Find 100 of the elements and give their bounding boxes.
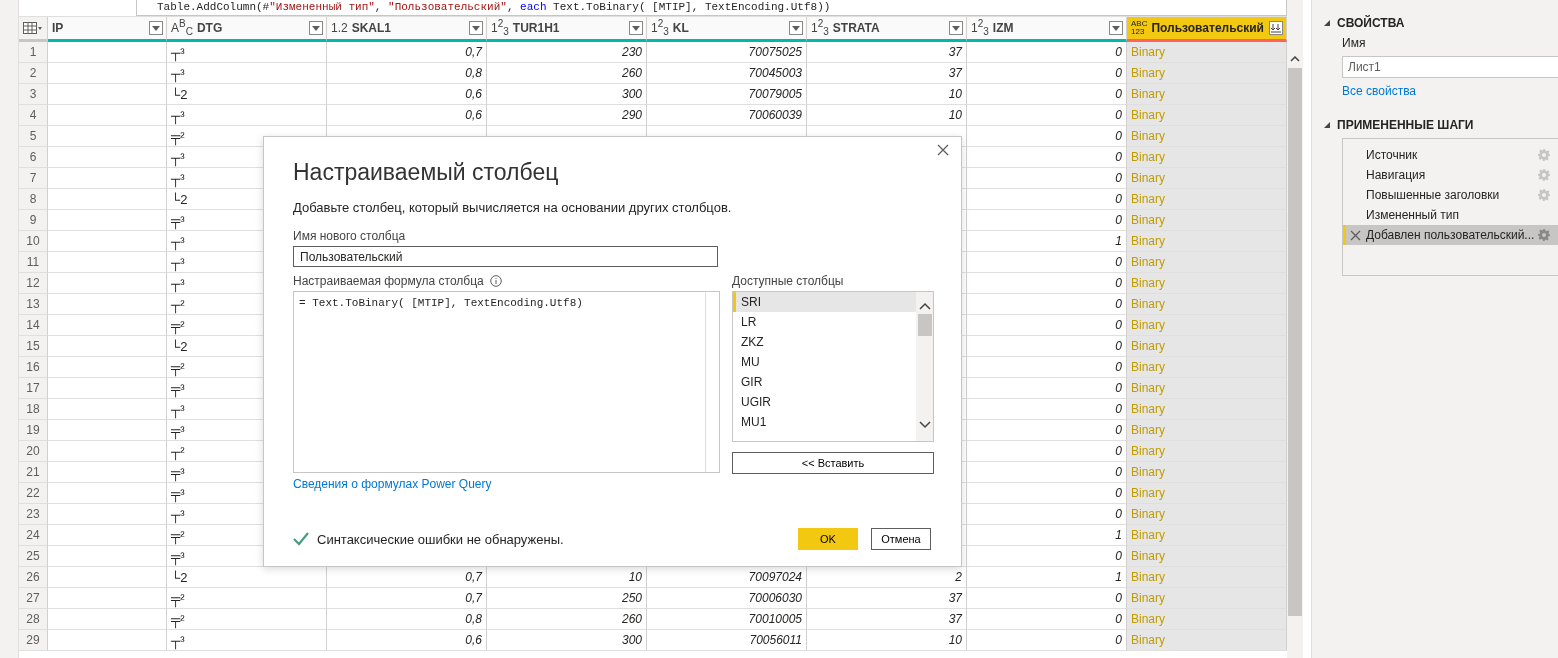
table-cell: 10 [807, 84, 967, 105]
column-list-item[interactable]: UGIR [733, 392, 916, 412]
all-properties-link[interactable]: Все свойства [1342, 84, 1417, 98]
table-cell: 0 [967, 630, 1127, 651]
table-cell: Binary [1127, 168, 1287, 189]
info-icon[interactable] [489, 275, 502, 287]
table-cell: 0,7 [327, 588, 487, 609]
table-cell: Binary [1127, 378, 1287, 399]
table-cell: 70079005 [647, 84, 807, 105]
collapse-icon[interactable] [1324, 122, 1330, 128]
table-cell: ╤² [167, 609, 327, 630]
table-cell: 10 [807, 105, 967, 126]
table-cell: ┬³ [167, 42, 327, 63]
row-number: 7 [19, 168, 48, 189]
filter-dropdown[interactable] [949, 21, 963, 35]
applied-step[interactable]: Источник [1343, 145, 1558, 165]
table-cell: Binary [1127, 588, 1287, 609]
close-icon[interactable] [935, 142, 951, 158]
column-header[interactable]: 1$^{2}$$_{3}$ STRATA [807, 17, 967, 42]
column-header[interactable]: 1.2 SKAL1 [327, 17, 487, 42]
filter-dropdown[interactable] [1109, 21, 1123, 35]
caret-icon [152, 25, 160, 31]
row-number: 17 [19, 378, 48, 399]
row-number: 22 [19, 483, 48, 504]
column-list-item[interactable]: SRI [733, 292, 916, 312]
table-cell: Binary [1127, 189, 1287, 210]
column-header[interactable]: 1$^{2}$$_{3}$ KL [647, 17, 807, 42]
table-cell: 0,8 [327, 63, 487, 84]
insert-button[interactable]: << Вставить [732, 452, 934, 474]
column-list-item[interactable]: ZKZ [733, 332, 916, 352]
filter-dropdown[interactable] [149, 21, 163, 35]
row-number: 9 [19, 210, 48, 231]
column-name-field[interactable]: Пользовательский [293, 246, 718, 267]
row-number: 4 [19, 105, 48, 126]
column-list-item[interactable]: MU1 [733, 412, 916, 432]
applied-step[interactable]: Измененный тип [1343, 205, 1558, 225]
table-cell: 37 [807, 42, 967, 63]
row-number: 16 [19, 357, 48, 378]
row-number: 13 [19, 294, 48, 315]
name-field[interactable]: Лист1 [1342, 56, 1558, 78]
row-number: 11 [19, 252, 48, 273]
formula-editor[interactable]: = Text.ToBinary( [MTIP], TextEncoding.Utf8) [293, 291, 720, 473]
table-cell: Binary [1127, 609, 1287, 630]
row-number: 21 [19, 462, 48, 483]
table-cell: Binary [1127, 42, 1287, 63]
scrollbar-thumb[interactable] [1288, 68, 1302, 616]
scroll-down-icon[interactable] [918, 421, 931, 429]
section-title: СВОЙСТВА [1337, 16, 1405, 30]
column-header[interactable]: 1$^{2}$$_{3}$ IZM [967, 17, 1127, 42]
row-number: 26 [19, 567, 48, 588]
caret-icon [632, 25, 640, 31]
caret-icon [952, 25, 960, 31]
column-list-item[interactable]: GIR [733, 372, 916, 392]
row-number: 3 [19, 84, 48, 105]
filter-dropdown[interactable] [469, 21, 483, 35]
table-cell: 37 [807, 609, 967, 630]
table-menu-button[interactable] [19, 17, 48, 42]
applied-step[interactable]: Навигация [1343, 165, 1558, 185]
table-cell: 70060039 [647, 105, 807, 126]
table-cell: Binary [1127, 525, 1287, 546]
row-number: 24 [19, 525, 48, 546]
column-header[interactable]: 1$^{2}$$_{3}$ TUR1H1 [487, 17, 647, 42]
column-header[interactable]: IP [48, 17, 167, 42]
filter-dropdown[interactable] [629, 21, 643, 35]
cancel-button[interactable]: Отмена [871, 528, 931, 550]
table-cell: Binary [1127, 420, 1287, 441]
delete-icon[interactable] [1349, 228, 1362, 242]
table-cell: 290 [487, 105, 647, 126]
column-list-item[interactable]: MU [733, 352, 916, 372]
filter-dropdown[interactable] [309, 21, 323, 35]
applied-step[interactable]: Добавлен пользовательский... [1343, 225, 1558, 245]
table-cell: Binary [1127, 546, 1287, 567]
ok-button[interactable]: OK [798, 528, 858, 550]
scrollbar-thumb[interactable] [917, 314, 932, 336]
table-cell: Binary [1127, 483, 1287, 504]
column-list-item[interactable]: LR [733, 312, 916, 332]
row-number: 6 [19, 147, 48, 168]
applied-step[interactable]: Повышенные заголовки [1343, 185, 1558, 205]
row-number: 14 [19, 315, 48, 336]
table-cell: 0,6 [327, 84, 487, 105]
scroll-up-icon[interactable] [1290, 56, 1300, 62]
row-number: 5 [19, 126, 48, 147]
table-cell: Binary [1127, 357, 1287, 378]
caret-icon [312, 25, 320, 31]
column-header[interactable]: A$^{B}$$_{C}$ DTG [167, 17, 327, 42]
filter-dropdown[interactable] [789, 21, 803, 35]
formula-field[interactable]: Table.AddColumn(#"Измененный тип", "Пользовательский", each Text.ToBinary( [MTIP], TextEncoding.Utf8)) [136, 0, 1287, 16]
table-cell: 0,6 [327, 105, 487, 126]
table-cell: 37 [807, 588, 967, 609]
field-label: Доступные столбцы [732, 274, 844, 288]
row-number: 12 [19, 273, 48, 294]
row-number: 8 [19, 189, 48, 210]
table-cell: Binary [1127, 147, 1287, 168]
caret-icon [1112, 25, 1120, 31]
row-number: 23 [19, 504, 48, 525]
table-cell: 0,8 [327, 609, 487, 630]
collapse-icon[interactable] [1324, 20, 1330, 26]
scroll-up-icon[interactable] [918, 302, 931, 310]
table-cell: 70006030 [647, 588, 807, 609]
expand-button[interactable] [1269, 21, 1283, 35]
